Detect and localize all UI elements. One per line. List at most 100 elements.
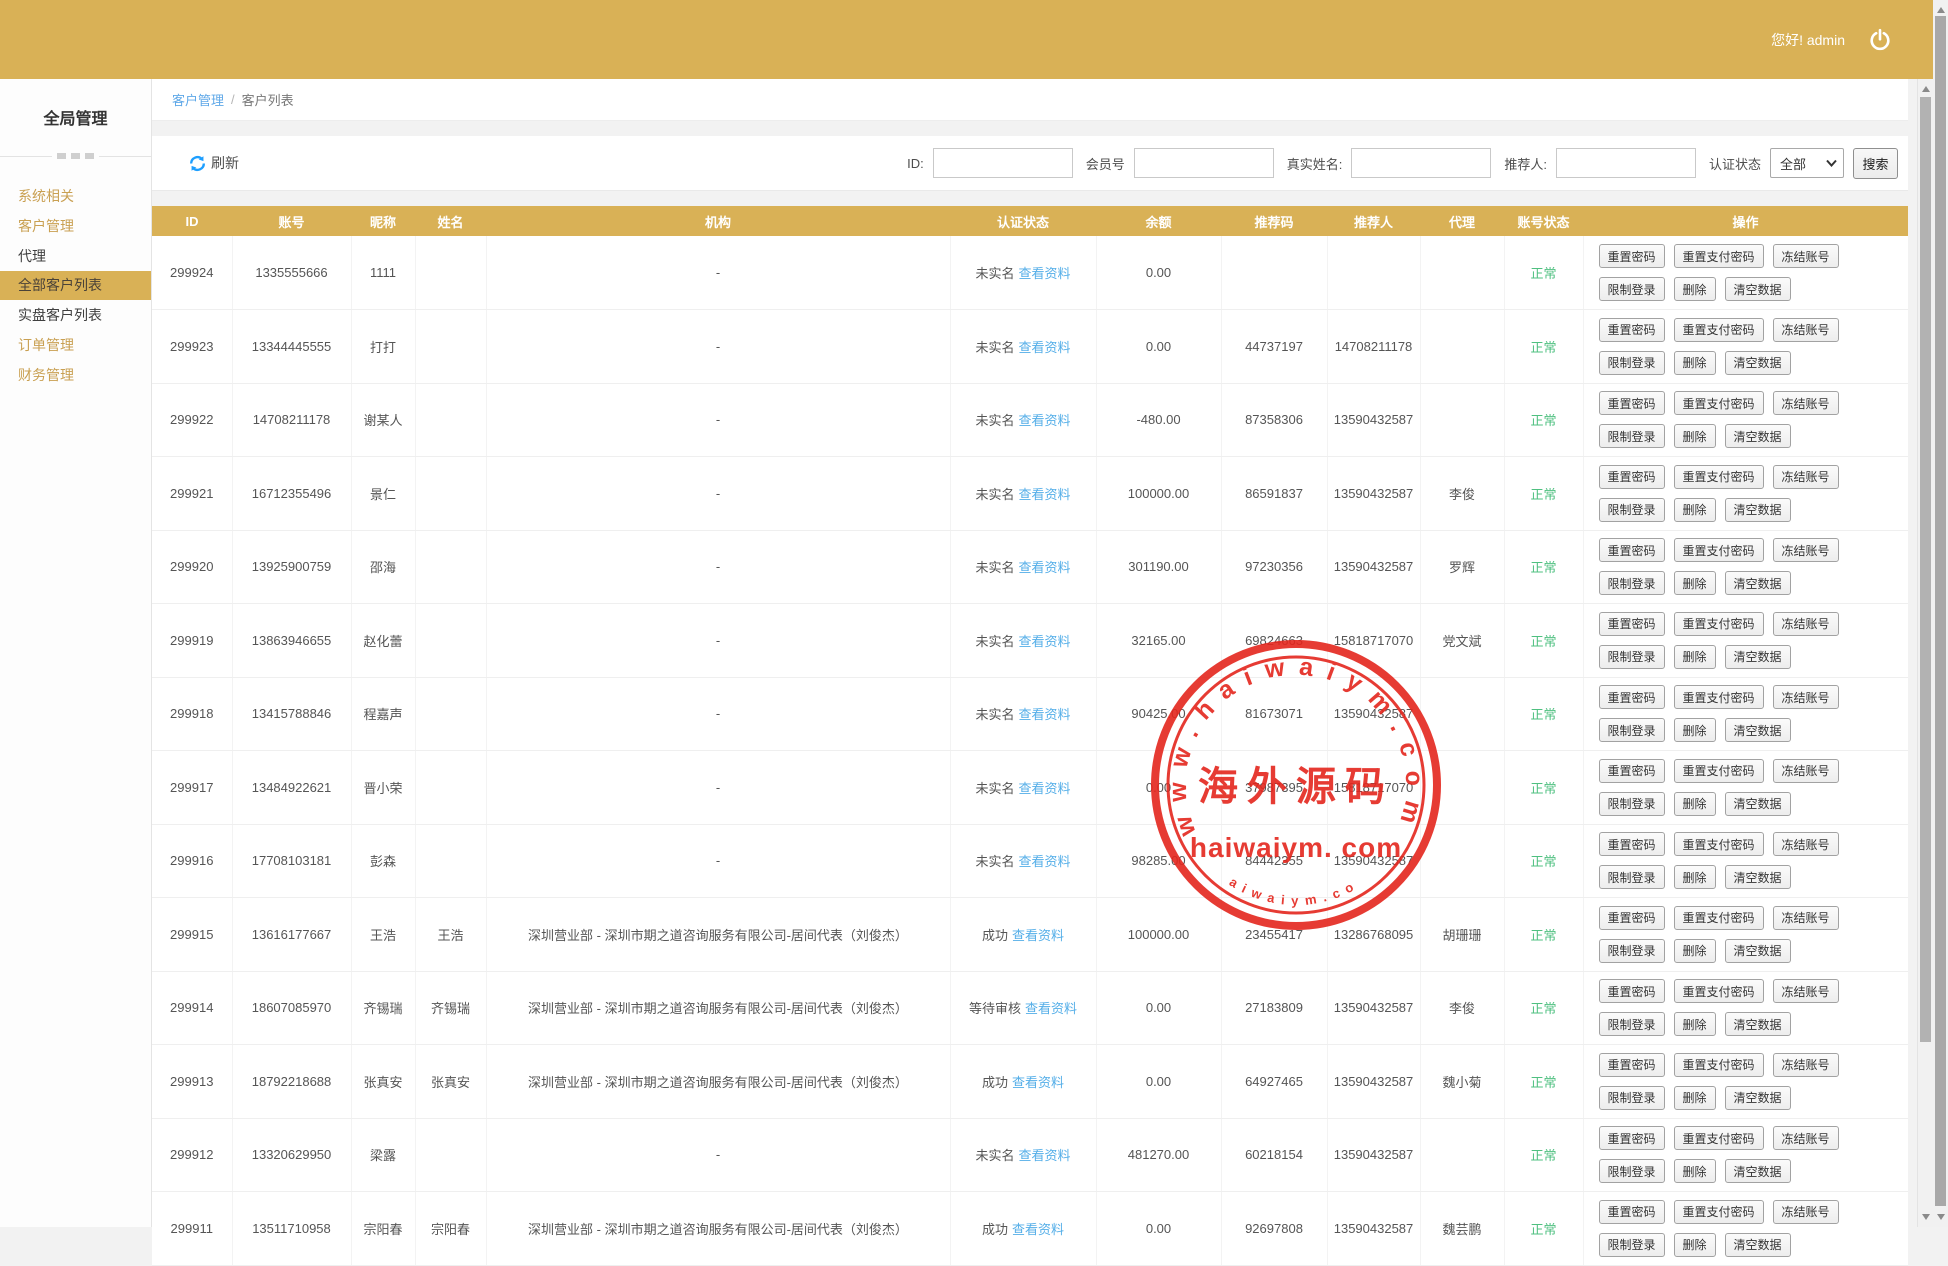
refresh-button[interactable]: 刷新 [188, 153, 239, 173]
view-profile-link[interactable]: 查看资料 [1019, 707, 1071, 722]
delete-button[interactable]: 删除 [1673, 277, 1716, 301]
sidebar-item-real-customers[interactable]: 实盘客户列表 [0, 300, 151, 330]
restrict-login-button[interactable]: 限制登录 [1598, 938, 1665, 963]
view-profile-link[interactable]: 查看资料 [1019, 560, 1071, 575]
restrict-login-button[interactable]: 限制登录 [1598, 350, 1665, 375]
reset-pay-password-button[interactable]: 重置支付密码 [1673, 758, 1764, 783]
reset-password-button[interactable]: 重置密码 [1598, 905, 1665, 930]
content-scrollbar[interactable] [1917, 79, 1933, 1227]
scroll-up-arrow-icon[interactable] [1918, 81, 1933, 97]
restrict-login-button[interactable]: 限制登录 [1598, 497, 1665, 522]
reset-password-button[interactable]: 重置密码 [1598, 317, 1665, 342]
clear-data-button[interactable]: 清空数据 [1724, 277, 1791, 301]
reset-password-button[interactable]: 重置密码 [1598, 1199, 1665, 1224]
reset-password-button[interactable]: 重置密码 [1598, 1126, 1665, 1151]
clear-data-button[interactable]: 清空数据 [1724, 424, 1791, 449]
view-profile-link[interactable]: 查看资料 [1012, 1222, 1064, 1237]
clear-data-button[interactable]: 清空数据 [1724, 644, 1791, 669]
page-scrollbar[interactable] [1933, 0, 1948, 1227]
delete-button[interactable]: 删除 [1673, 424, 1716, 449]
freeze-account-button[interactable]: 冻结账号 [1772, 758, 1839, 783]
view-profile-link[interactable]: 查看资料 [1019, 487, 1071, 502]
delete-button[interactable]: 删除 [1673, 718, 1716, 743]
reset-password-button[interactable]: 重置密码 [1598, 538, 1665, 563]
reset-password-button[interactable]: 重置密码 [1598, 979, 1665, 1004]
freeze-account-button[interactable]: 冻结账号 [1772, 685, 1839, 710]
restrict-login-button[interactable]: 限制登录 [1598, 791, 1665, 816]
view-profile-link[interactable]: 查看资料 [1019, 1148, 1071, 1163]
clear-data-button[interactable]: 清空数据 [1724, 865, 1791, 890]
freeze-account-button[interactable]: 冻结账号 [1772, 832, 1839, 857]
view-profile-link[interactable]: 查看资料 [1012, 1075, 1064, 1090]
delete-button[interactable]: 删除 [1673, 644, 1716, 669]
freeze-account-button[interactable]: 冻结账号 [1772, 464, 1839, 489]
delete-button[interactable]: 删除 [1673, 571, 1716, 596]
page-scroll-down-arrow-icon[interactable] [1933, 1209, 1948, 1225]
search-button[interactable]: 搜索 [1853, 147, 1898, 179]
member-no-filter-input[interactable] [1133, 148, 1274, 178]
sidebar-item-order-mgmt[interactable]: 订单管理 [0, 330, 151, 360]
clear-data-button[interactable]: 清空数据 [1724, 350, 1791, 375]
real-name-filter-input[interactable] [1351, 148, 1492, 178]
content-scrollbar-thumb[interactable] [1920, 97, 1931, 1042]
clear-data-button[interactable]: 清空数据 [1724, 1085, 1791, 1110]
reset-pay-password-button[interactable]: 重置支付密码 [1673, 1052, 1764, 1077]
sidebar-item-agent[interactable]: 代理 [0, 241, 151, 271]
reset-pay-password-button[interactable]: 重置支付密码 [1673, 905, 1764, 930]
freeze-account-button[interactable]: 冻结账号 [1772, 391, 1839, 416]
reset-pay-password-button[interactable]: 重置支付密码 [1673, 611, 1764, 636]
reset-pay-password-button[interactable]: 重置支付密码 [1673, 832, 1764, 857]
restrict-login-button[interactable]: 限制登录 [1598, 424, 1665, 449]
reset-pay-password-button[interactable]: 重置支付密码 [1673, 1199, 1764, 1224]
reset-password-button[interactable]: 重置密码 [1598, 685, 1665, 710]
view-profile-link[interactable]: 查看资料 [1019, 266, 1071, 281]
restrict-login-button[interactable]: 限制登录 [1598, 644, 1665, 669]
freeze-account-button[interactable]: 冻结账号 [1772, 611, 1839, 636]
reset-pay-password-button[interactable]: 重置支付密码 [1673, 464, 1764, 489]
reset-password-button[interactable]: 重置密码 [1598, 391, 1665, 416]
reset-pay-password-button[interactable]: 重置支付密码 [1673, 244, 1764, 268]
view-profile-link[interactable]: 查看资料 [1019, 854, 1071, 869]
reset-password-button[interactable]: 重置密码 [1598, 832, 1665, 857]
reset-password-button[interactable]: 重置密码 [1598, 758, 1665, 783]
delete-button[interactable]: 删除 [1673, 1085, 1716, 1110]
freeze-account-button[interactable]: 冻结账号 [1772, 1052, 1839, 1077]
reset-pay-password-button[interactable]: 重置支付密码 [1673, 391, 1764, 416]
restrict-login-button[interactable]: 限制登录 [1598, 1159, 1665, 1184]
reset-pay-password-button[interactable]: 重置支付密码 [1673, 538, 1764, 563]
delete-button[interactable]: 删除 [1673, 791, 1716, 816]
view-profile-link[interactable]: 查看资料 [1019, 781, 1071, 796]
id-filter-input[interactable] [932, 148, 1073, 178]
freeze-account-button[interactable]: 冻结账号 [1772, 1199, 1839, 1224]
freeze-account-button[interactable]: 冻结账号 [1772, 317, 1839, 342]
clear-data-button[interactable]: 清空数据 [1724, 718, 1791, 743]
breadcrumb-parent-link[interactable]: 客户管理 [172, 90, 224, 109]
restrict-login-button[interactable]: 限制登录 [1598, 571, 1665, 596]
sidebar-item-customer-mgmt[interactable]: 客户管理 [0, 211, 151, 241]
delete-button[interactable]: 删除 [1673, 1232, 1716, 1257]
view-profile-link[interactable]: 查看资料 [1019, 340, 1071, 355]
clear-data-button[interactable]: 清空数据 [1724, 1012, 1791, 1037]
view-profile-link[interactable]: 查看资料 [1012, 928, 1064, 943]
clear-data-button[interactable]: 清空数据 [1724, 497, 1791, 522]
reset-pay-password-button[interactable]: 重置支付密码 [1673, 979, 1764, 1004]
restrict-login-button[interactable]: 限制登录 [1598, 718, 1665, 743]
scroll-down-arrow-icon[interactable] [1918, 1209, 1933, 1225]
restrict-login-button[interactable]: 限制登录 [1598, 865, 1665, 890]
clear-data-button[interactable]: 清空数据 [1724, 571, 1791, 596]
reset-password-button[interactable]: 重置密码 [1598, 464, 1665, 489]
page-scrollbar-thumb[interactable] [1935, 16, 1946, 1206]
restrict-login-button[interactable]: 限制登录 [1598, 1232, 1665, 1257]
sidebar-item-all-customers[interactable]: 全部客户列表 [0, 271, 151, 300]
reset-pay-password-button[interactable]: 重置支付密码 [1673, 317, 1764, 342]
clear-data-button[interactable]: 清空数据 [1724, 1232, 1791, 1257]
auth-status-select[interactable]: 全部 [1770, 148, 1844, 178]
delete-button[interactable]: 删除 [1673, 1012, 1716, 1037]
freeze-account-button[interactable]: 冻结账号 [1772, 979, 1839, 1004]
delete-button[interactable]: 删除 [1673, 865, 1716, 890]
restrict-login-button[interactable]: 限制登录 [1598, 1012, 1665, 1037]
reset-pay-password-button[interactable]: 重置支付密码 [1673, 685, 1764, 710]
freeze-account-button[interactable]: 冻结账号 [1772, 538, 1839, 563]
delete-button[interactable]: 删除 [1673, 497, 1716, 522]
logout-power-button[interactable] [1867, 27, 1893, 53]
